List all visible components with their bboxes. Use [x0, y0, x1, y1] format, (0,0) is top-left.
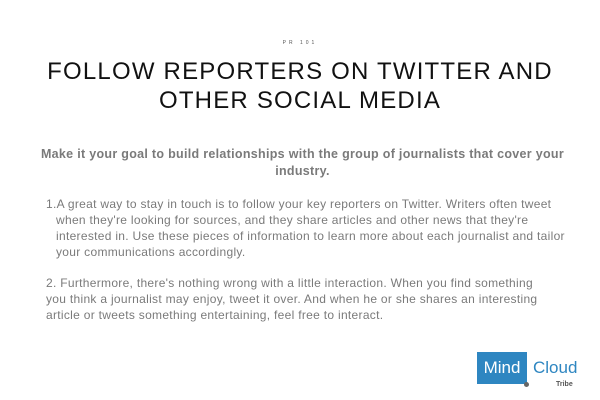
- paragraph-1: 1.A great way to stay in touch is to fol…: [46, 197, 565, 259]
- logo-mind: Mind: [477, 352, 527, 384]
- logo-dot-icon: [524, 382, 529, 387]
- logo-cloud: Cloud: [533, 358, 578, 377]
- logo-tribe: Tribe: [556, 381, 573, 388]
- page-title: FOLLOW REPORTERS ON TWITTER AND OTHER SO…: [47, 58, 553, 114]
- paragraph-2: 2. Furthermore, there's nothing wrong wi…: [46, 276, 538, 322]
- mind-cloud-tribe-logo: Mind Cloud Tribe: [477, 352, 597, 392]
- intro-text: Make it your goal to build relationships…: [40, 147, 565, 178]
- kicker-label: PR 101: [282, 40, 318, 46]
